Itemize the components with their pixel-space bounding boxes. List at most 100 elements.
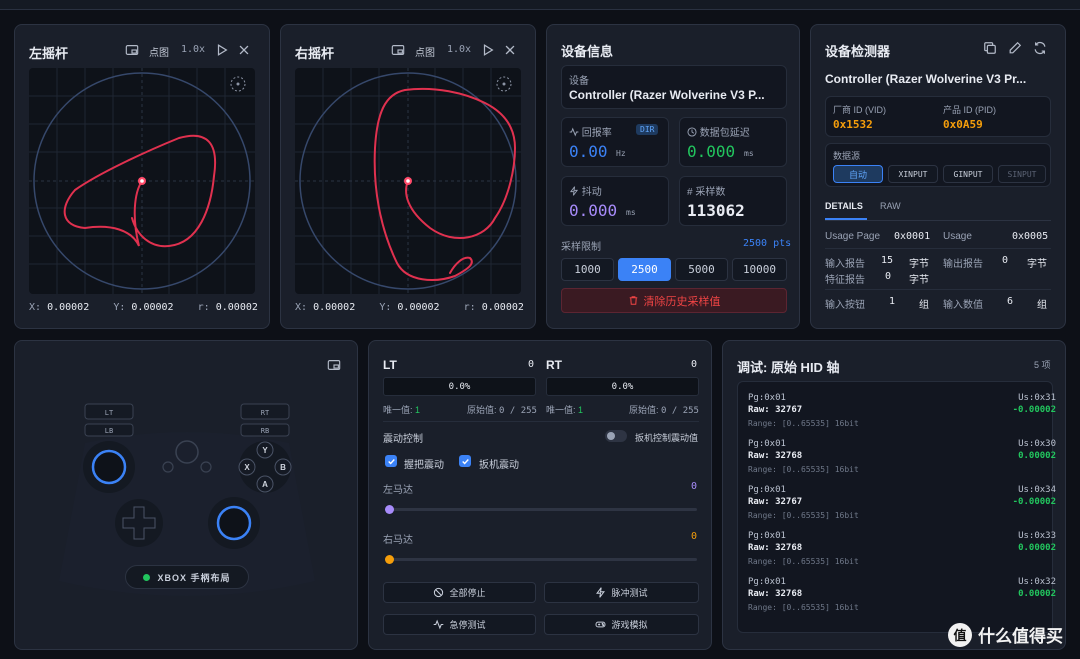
left-motor-value: 0 [691, 481, 698, 492]
left-motor-slider[interactable] [387, 508, 697, 511]
row-divider [825, 289, 1051, 290]
layout-label: XBOX 手柄布局 [157, 572, 231, 583]
hid-raw: Raw: 32768 [748, 543, 803, 553]
watermark-logo-icon: 值 [948, 622, 972, 647]
rt-unique: 唯一值: 1 [546, 403, 583, 416]
sample-limit-value: 2500 pts [743, 238, 792, 249]
data-source-box: 数据源 自动 XINPUT GINPUT SINPUT [825, 143, 1051, 187]
stop-all-label: 全部停止 [449, 588, 486, 598]
jitter-box: 抖动 0.000 ms [561, 176, 669, 226]
r-label: r: [197, 302, 210, 313]
pulse-test-button[interactable]: 脉冲测试 [544, 582, 699, 603]
right-stick-title: 右摇杆 [295, 46, 335, 61]
right-stick-card: 右摇杆 点图 1.0x X: 0.00002 Y: 0.00002 r: 0.0… [280, 24, 536, 329]
hid-raw: Raw: 32768 [748, 589, 803, 599]
hid-usage: Us:0x31 [1018, 393, 1056, 403]
right-stick-plot[interactable] [295, 68, 521, 294]
hid-value: -0.00002 [1012, 497, 1056, 507]
play-icon[interactable] [481, 43, 495, 57]
latency-label-text: 数据包延迟 [699, 128, 750, 139]
x-value: 0.00002 [313, 302, 356, 313]
right-stick-trace [373, 87, 517, 281]
polling-label-text: 回报率 [581, 128, 612, 139]
rt-unique-label: 唯一值: [546, 405, 576, 415]
left-stick-plot[interactable] [29, 68, 255, 294]
layout-badge[interactable]: XBOX 手柄布局 [125, 565, 249, 589]
lt-percent: 0.0% [448, 381, 471, 392]
detector-device-name: Controller (Razer Wolverine V3 Pr... [825, 72, 1027, 86]
hid-range: Range: [0..65535] 16bit [748, 465, 859, 474]
x-button: X [244, 463, 250, 472]
pulse-test-label: 脉冲测试 [611, 588, 648, 598]
triggers-card: LT 0 0.0% 唯一值: 1 原始值: 0 / 255 RT 0 0.0% … [368, 340, 712, 650]
input-buttons-label: 输入按钮 [825, 300, 865, 311]
lt-label: LT [105, 409, 114, 417]
y-label: Y: [113, 302, 126, 313]
x-value: 0.00002 [47, 302, 90, 313]
hid-value: 0.00002 [1018, 543, 1056, 553]
edit-icon[interactable] [1008, 41, 1022, 55]
trigger-vibration-toggle[interactable] [605, 430, 627, 442]
limit-2500-button[interactable]: 2500 [618, 258, 671, 281]
close-icon[interactable] [237, 43, 251, 57]
stop-all-button[interactable]: 全部停止 [383, 582, 536, 603]
game-simulation-button[interactable]: 游戏模拟 [544, 614, 699, 635]
refresh-icon[interactable] [1033, 41, 1047, 55]
clear-history-button[interactable]: 清除历史采样值 [561, 288, 787, 313]
hid-range: Range: [0..65535] 16bit [748, 419, 859, 428]
game-sim-label: 游戏模拟 [611, 620, 648, 630]
pid-value: 0x0A59 [943, 118, 983, 131]
source-ginput-button[interactable]: GINPUT [943, 165, 993, 183]
zoom-label[interactable]: 1.0x [181, 44, 205, 55]
rt-bar: 0.0% [546, 377, 699, 396]
hid-debug-card: 调试: 原始 HID 轴 5 项 Pg:0x01 Raw: 32767 Rang… [722, 340, 1066, 650]
trash-icon [629, 296, 637, 305]
latency-value: 0.000 [687, 142, 736, 161]
hid-raw: Raw: 32768 [748, 451, 803, 461]
emergency-test-button[interactable]: 急停测试 [383, 614, 536, 635]
zap-icon [569, 186, 579, 196]
vid-pid-box: 厂商 ID (VID) 0x1532 产品 ID (PID) 0x0A59 [825, 96, 1051, 137]
lt-title: LT [383, 358, 397, 372]
polling-rate-box: 回报率 DIR 0.00 Hz [561, 117, 669, 167]
hid-raw: Raw: 32767 [748, 497, 803, 507]
usage-label: Usage [943, 231, 972, 242]
limit-5000-button[interactable]: 5000 [675, 258, 728, 281]
lt-value: 0 [528, 359, 535, 370]
plot-mode-label[interactable]: 点图 [149, 44, 169, 59]
left-motor-slider-knob[interactable] [385, 505, 394, 514]
picture-in-picture-icon[interactable] [327, 358, 341, 372]
source-xinput-button[interactable]: XINPUT [888, 165, 938, 183]
lb-label: LB [105, 427, 113, 435]
tab-raw[interactable]: RAW [880, 201, 901, 211]
limit-1000-button[interactable]: 1000 [561, 258, 614, 281]
latency-box: 数据包延迟 0.000 ms [679, 117, 787, 167]
lt-unique-value: 1 [415, 405, 421, 415]
copy-icon[interactable] [983, 41, 997, 55]
trigger-vibration-checkbox[interactable] [459, 455, 471, 467]
jitter-unit: ms [626, 208, 636, 217]
right-motor-slider[interactable] [387, 558, 697, 561]
limit-10000-button[interactable]: 10000 [732, 258, 787, 281]
source-auto-button[interactable]: 自动 [833, 165, 883, 183]
lt-unique-label: 唯一值: [383, 405, 413, 415]
grip-vibration-checkbox[interactable] [385, 455, 397, 467]
lt-bar: 0.0% [383, 377, 536, 396]
picture-in-picture-icon[interactable] [125, 43, 139, 57]
data-source-label: 数据源 [833, 151, 861, 161]
rt-label: RT [261, 409, 270, 417]
right-motor-slider-knob[interactable] [385, 555, 394, 564]
play-icon[interactable] [215, 43, 229, 57]
usage-page-value: 0x0001 [894, 231, 931, 242]
close-icon[interactable] [503, 43, 517, 57]
zoom-label[interactable]: 1.0x [447, 44, 471, 55]
left-stick-coords: X: 0.00002 Y: 0.00002 r: 0.00002 [29, 302, 258, 313]
picture-in-picture-icon[interactable] [391, 43, 405, 57]
plot-mode-label[interactable]: 点图 [415, 44, 435, 59]
top-strip [0, 0, 1080, 10]
tab-details[interactable]: DETAILS [825, 201, 863, 211]
source-sinput-button[interactable]: SINPUT [998, 165, 1046, 183]
x-label: X: [29, 302, 42, 313]
clear-history-label: 清除历史采样值 [643, 295, 721, 308]
input-buttons-value: 1 [889, 296, 896, 307]
